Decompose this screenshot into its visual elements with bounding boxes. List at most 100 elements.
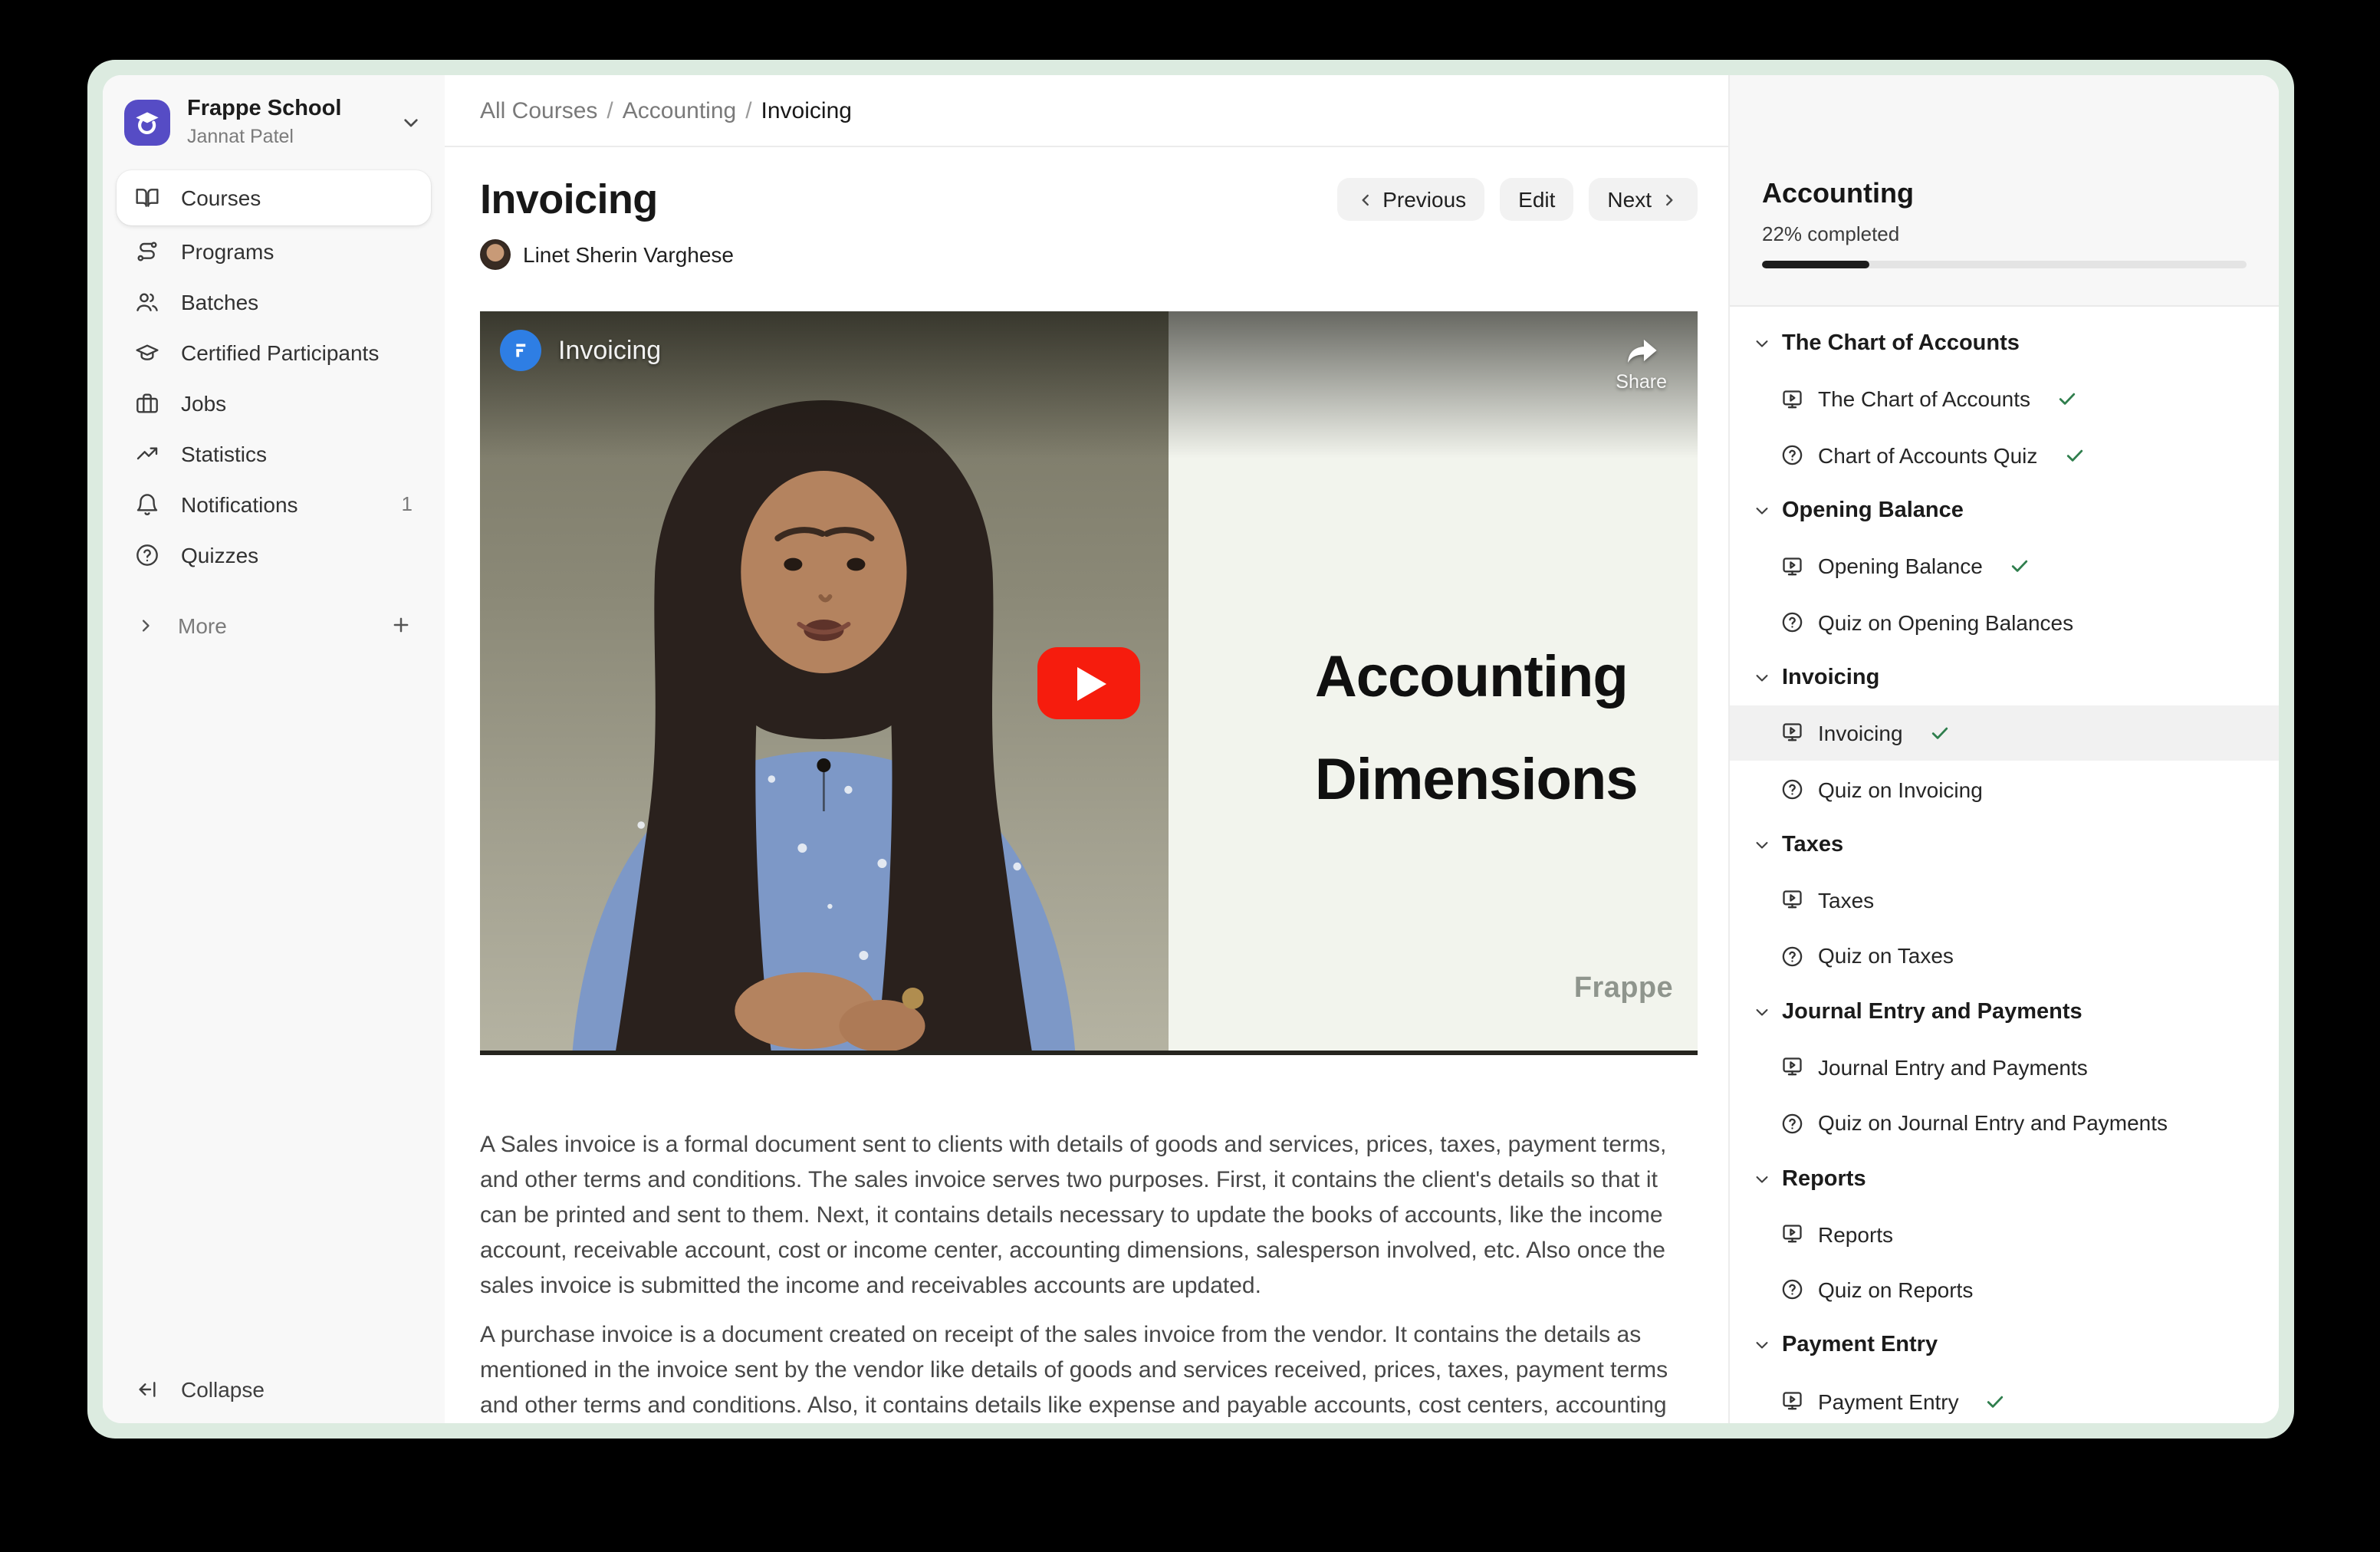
sidebar-item-notifications[interactable]: Notifications1 [117, 478, 431, 529]
sidebar-item-jobs[interactable]: Jobs [117, 377, 431, 428]
lesson-paragraph: A purchase invoice is a document created… [480, 1317, 1698, 1423]
outline-item-quiz-on-journal-entry-and-payments[interactable]: Quiz on Journal Entry and Payments [1730, 1095, 2279, 1151]
video-lesson-icon [1780, 1056, 1804, 1080]
video-player[interactable]: Accounting Dimensions Frappe [480, 311, 1698, 1055]
sidebar-more-button[interactable]: More [117, 600, 431, 650]
chevron-down-icon [1751, 1168, 1773, 1189]
share-icon [1622, 331, 1661, 370]
outline-section-opening-balance[interactable]: Opening Balance [1730, 483, 2279, 539]
video-title-text[interactable]: Invoicing [558, 335, 661, 366]
outline-section-payment-entry[interactable]: Payment Entry [1730, 1318, 2279, 1374]
bell-icon [135, 492, 159, 516]
check-icon [1929, 722, 1951, 744]
outline-item-quiz-on-invoicing[interactable]: Quiz on Invoicing [1730, 761, 2279, 817]
breadcrumb-current: Invoicing [761, 97, 852, 123]
outline-section-taxes[interactable]: Taxes [1730, 817, 2279, 873]
lesson-content: Invoicing Previous Edit Next [445, 147, 1728, 1423]
check-icon [2063, 444, 2085, 465]
outline-section-reports[interactable]: Reports [1730, 1151, 2279, 1207]
sidebar-item-courses[interactable]: Courses [117, 170, 431, 225]
outline-section-invoicing[interactable]: Invoicing [1730, 650, 2279, 706]
outline-item-payment-entry[interactable]: Payment Entry [1730, 1373, 2279, 1423]
outline-item-quiz-on-reports[interactable]: Quiz on Reports [1730, 1262, 2279, 1318]
quiz-icon [1780, 443, 1804, 467]
workspace-switcher[interactable]: Frappe School Jannat Patel [124, 98, 423, 146]
outline-item-chart-of-accounts-quiz[interactable]: Chart of Accounts Quiz [1730, 427, 2279, 483]
briefcase-icon [135, 390, 159, 415]
share-label: Share [1616, 371, 1667, 393]
chevron-down-icon [1751, 333, 1773, 354]
quiz-icon [1780, 1278, 1804, 1302]
check-icon [1985, 1391, 2007, 1412]
course-outline-list: The Chart of AccountsThe Chart of Accoun… [1730, 307, 2279, 1423]
sidebar-item-statistics[interactable]: Statistics [117, 428, 431, 478]
breadcrumb-accounting[interactable]: Accounting [623, 97, 736, 123]
outline-item-journal-entry-and-payments[interactable]: Journal Entry and Payments [1730, 1040, 2279, 1096]
graduation-cap-icon [135, 340, 159, 364]
video-lesson-icon [1780, 387, 1804, 411]
course-progress-header: Accounting 22% completed [1730, 75, 2279, 307]
outline-item-reports[interactable]: Reports [1730, 1207, 2279, 1263]
school-name: Frappe School [187, 98, 341, 120]
outline-item-opening-balance[interactable]: Opening Balance [1730, 538, 2279, 594]
outline-section-the-chart-of-accounts[interactable]: The Chart of Accounts [1730, 316, 2279, 372]
trending-up-icon [135, 441, 159, 465]
chevron-down-icon [1751, 834, 1773, 856]
quiz-icon [1780, 610, 1804, 634]
course-title: Accounting [1762, 178, 1914, 210]
progress-fill [1762, 261, 1869, 268]
outline-item-taxes[interactable]: Taxes [1730, 873, 2279, 929]
outline-section-journal-entry-and-payments[interactable]: Journal Entry and Payments [1730, 984, 2279, 1040]
chevron-down-icon [399, 110, 423, 134]
frappe-f-icon [509, 339, 532, 362]
check-icon [2009, 556, 2030, 577]
app-window-frame: Frappe School Jannat Patel CoursesProgra… [87, 60, 2294, 1439]
left-sidebar: Frappe School Jannat Patel CoursesProgra… [103, 75, 445, 1423]
play-button[interactable] [1037, 647, 1140, 719]
check-icon [2056, 389, 2078, 410]
collapse-sidebar-icon [135, 1377, 159, 1402]
lesson-paragraph: A Sales invoice is a formal document sen… [480, 1127, 1698, 1304]
next-button[interactable]: Next [1589, 178, 1698, 221]
author-info: Linet Sherin Varghese [480, 239, 1698, 270]
quiz-icon [1780, 1111, 1804, 1135]
outline-item-the-chart-of-accounts[interactable]: The Chart of Accounts [1730, 372, 2279, 428]
video-title-overlay: Invoicing [500, 330, 661, 371]
outline-item-quiz-on-opening-balances[interactable]: Quiz on Opening Balances [1730, 594, 2279, 650]
play-icon [1077, 666, 1106, 700]
video-lesson-icon [1780, 1222, 1804, 1246]
graduation-cap-logo-icon [132, 107, 163, 137]
sidebar-collapse-button[interactable]: Collapse [135, 1365, 265, 1414]
video-top-gradient [480, 311, 1698, 459]
slide-title: Accounting Dimensions [1315, 627, 1638, 833]
share-button[interactable]: Share [1616, 331, 1667, 393]
chevron-down-icon [1751, 500, 1773, 521]
route-icon [135, 238, 159, 263]
lesson-body: A Sales invoice is a formal document sen… [480, 1127, 1698, 1423]
outline-item-invoicing[interactable]: Invoicing [1730, 705, 2279, 761]
sidebar-item-programs[interactable]: Programs [117, 225, 431, 276]
desktop-background: Frappe School Jannat Patel CoursesProgra… [0, 0, 2380, 1552]
sidebar-item-quizzes[interactable]: Quizzes [117, 529, 431, 580]
edit-button[interactable]: Edit [1500, 178, 1573, 221]
progress-bar [1762, 261, 2247, 268]
avatar [480, 239, 511, 270]
more-label: More [178, 613, 227, 637]
channel-avatar-icon[interactable] [500, 330, 541, 371]
video-lesson-icon [1780, 1389, 1804, 1413]
book-open-icon [135, 186, 159, 210]
add-icon[interactable] [390, 613, 413, 636]
school-logo [124, 99, 170, 145]
chevron-left-icon [1355, 189, 1375, 209]
previous-button[interactable]: Previous [1336, 178, 1484, 221]
outline-item-quiz-on-taxes[interactable]: Quiz on Taxes [1730, 929, 2279, 985]
user-name: Jannat Patel [187, 127, 341, 146]
video-lesson-icon [1780, 722, 1804, 745]
sidebar-item-certified-participants[interactable]: Certified Participants [117, 327, 431, 377]
sidebar-item-batches[interactable]: Batches [117, 276, 431, 327]
video-lesson-icon [1780, 554, 1804, 578]
quiz-icon [1780, 778, 1804, 801]
sidebar-nav: CoursesProgramsBatchesCertified Particip… [117, 170, 431, 580]
chevron-down-icon [1751, 1001, 1773, 1022]
breadcrumb-all-courses[interactable]: All Courses [480, 97, 597, 123]
